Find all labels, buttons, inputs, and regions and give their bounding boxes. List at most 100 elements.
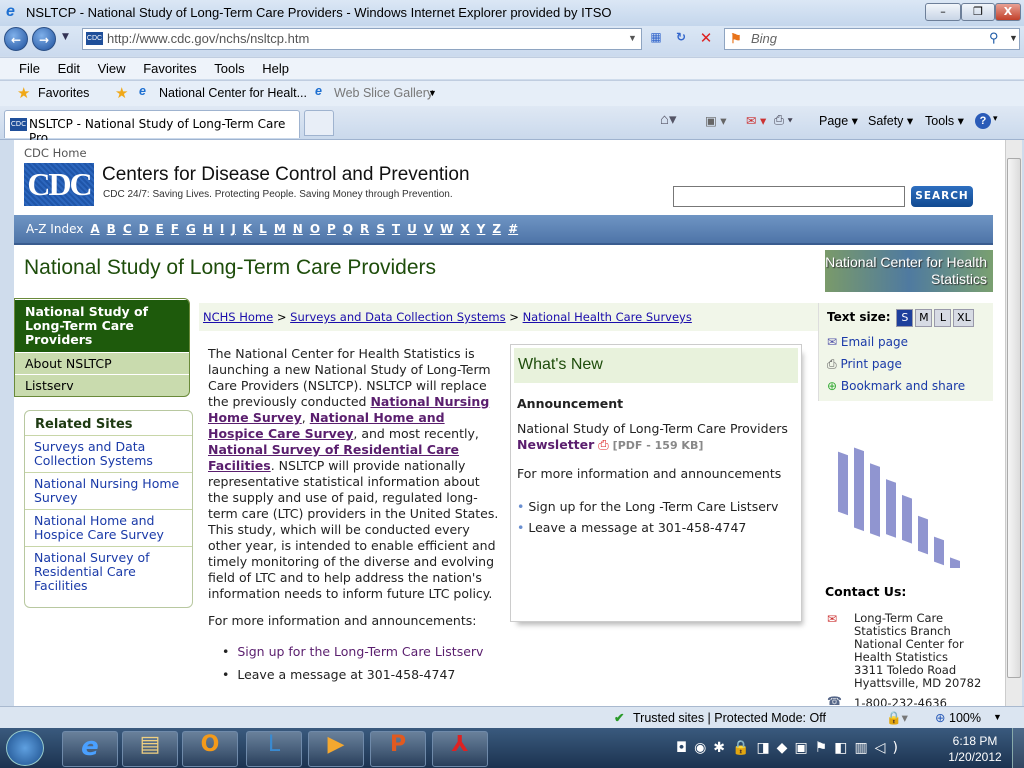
cdc-logo[interactable]: CDC — [24, 163, 94, 206]
az-letter-link[interactable]: G — [186, 222, 196, 236]
az-letter-link[interactable]: F — [171, 222, 179, 236]
favorite-link-nchs[interactable]: National Center for Healt... — [159, 86, 307, 100]
feeds-icon[interactable]: ▣ ▾ — [705, 113, 727, 128]
home-icon[interactable]: ⌂▾ — [660, 110, 677, 128]
taskbar-media-player[interactable]: ▶ — [308, 731, 364, 767]
help-icon[interactable]: ? — [975, 113, 991, 129]
site-search-input[interactable] — [673, 186, 905, 207]
leftnav-active-item[interactable]: National Study of Long-Term Care Provide… — [15, 299, 189, 352]
az-letter-link[interactable]: # — [508, 222, 518, 236]
security-zone[interactable]: Trusted sites | Protected Mode: Off — [633, 711, 826, 725]
search-button[interactable]: SEARCH — [911, 186, 973, 207]
compatibility-view-icon[interactable]: ▦ — [646, 30, 666, 48]
breadcrumb-surveys[interactable]: Surveys and Data Collection Systems — [290, 310, 505, 324]
system-tray-icons[interactable]: ◘◉✱🔒◨◆▣⚑◧▥◁) — [676, 740, 905, 756]
url-text[interactable]: http://www.cdc.gov/nchs/nsltcp.htm — [107, 31, 309, 46]
search-dropdown-icon[interactable]: ▼ — [1009, 33, 1018, 43]
az-letter-link[interactable]: N — [293, 222, 303, 236]
listserv-link[interactable]: Sign up for the Long-Term Care Listserv — [237, 644, 483, 659]
az-letter-link[interactable]: W — [440, 222, 453, 236]
zoom-level[interactable]: 100% — [949, 711, 981, 725]
az-letter-link[interactable]: Y — [477, 222, 486, 236]
restore-button[interactable]: ❐ — [961, 3, 995, 21]
az-letter-link[interactable]: Q — [343, 222, 353, 236]
newsletter-link[interactable]: Newsletter — [517, 437, 594, 452]
related-link[interactable]: Surveys and Data Collection Systems — [25, 435, 192, 472]
menu-view[interactable]: View — [98, 61, 126, 76]
breadcrumb-nchs-home[interactable]: NCHS Home — [203, 310, 273, 324]
search-box[interactable]: ⚑ Bing ⚲ ▼ — [724, 28, 1020, 50]
az-letter-link[interactable]: C — [123, 222, 132, 236]
menu-help[interactable]: Help — [262, 61, 289, 76]
forward-button[interactable]: → — [32, 27, 56, 51]
az-letter-link[interactable]: T — [392, 222, 400, 236]
az-letter-link[interactable]: M — [274, 222, 286, 236]
tools-menu[interactable]: Tools ▾ — [925, 113, 964, 128]
taskbar-outlook[interactable]: O — [182, 731, 238, 767]
page-menu[interactable]: Page ▾ — [819, 113, 858, 128]
minimize-button[interactable]: – — [925, 3, 961, 21]
print-page-link[interactable]: ⎙ Print page — [827, 353, 985, 375]
az-letter-link[interactable]: A — [90, 222, 99, 236]
chevron-down-icon[interactable]: ▼ — [428, 88, 437, 98]
zoom-dropdown-icon[interactable]: ▼ — [993, 712, 1002, 722]
search-icon[interactable]: ⚲ — [989, 30, 999, 46]
refresh-icon[interactable]: ↻ — [671, 30, 691, 48]
menu-file[interactable]: File — [19, 61, 40, 76]
related-link[interactable]: National Survey of Residential Care Faci… — [25, 546, 192, 597]
az-letter-link[interactable]: X — [460, 222, 469, 236]
close-button[interactable]: X — [995, 3, 1021, 21]
address-bar[interactable]: CDC http://www.cdc.gov/nchs/nsltcp.htm ▼ — [82, 28, 642, 50]
breadcrumb-health-care-surveys[interactable]: National Health Care Surveys — [523, 310, 692, 324]
az-letter-link[interactable]: P — [327, 222, 336, 236]
tab-nsltcp[interactable]: CDC NSLTCP - National Study of Long-Term… — [4, 110, 300, 145]
text-size-m[interactable]: M — [915, 309, 933, 327]
safety-menu[interactable]: Safety ▾ — [868, 113, 913, 128]
related-link[interactable]: National Home and Hospice Care Survey — [25, 509, 192, 546]
print-icon[interactable]: ⎙ ▾ — [774, 113, 793, 128]
az-letter-link[interactable]: H — [203, 222, 213, 236]
text-size-l[interactable]: L — [934, 309, 952, 327]
scrollbar-thumb[interactable] — [1007, 158, 1021, 678]
leftnav-about[interactable]: About NSLTCP — [15, 352, 189, 374]
az-letter-link[interactable]: R — [360, 222, 369, 236]
text-size-xl[interactable]: XL — [953, 309, 975, 327]
web-slice-gallery[interactable]: Web Slice Gallery — [334, 86, 433, 100]
menu-favorites[interactable]: Favorites — [143, 61, 196, 76]
cdc-home-link[interactable]: CDC Home — [24, 146, 87, 160]
az-letter-link[interactable]: I — [220, 222, 224, 236]
az-letter-link[interactable]: L — [259, 222, 267, 236]
az-letter-link[interactable]: E — [156, 222, 164, 236]
listserv-text[interactable]: Sign up for the Long -Term Care Listserv — [528, 499, 778, 514]
az-letter-link[interactable]: S — [376, 222, 385, 236]
az-letter-link[interactable]: J — [231, 222, 235, 236]
new-tab-button[interactable] — [304, 110, 334, 136]
nchs-logo[interactable]: National Center for Health Statistics — [825, 250, 993, 292]
menu-tools[interactable]: Tools — [214, 61, 244, 76]
stop-icon[interactable]: ✕ — [696, 29, 716, 47]
clock[interactable]: 6:18 PM 1/20/2012 — [944, 734, 1006, 764]
read-mail-icon[interactable]: ✉ ▾ — [746, 113, 766, 128]
add-favorite-icon[interactable]: ★ — [115, 84, 128, 102]
az-letter-link[interactable]: V — [424, 222, 433, 236]
related-link[interactable]: National Nursing Home Survey — [25, 472, 192, 509]
leftnav-listserv[interactable]: Listserv — [15, 374, 189, 396]
taskbar-lync[interactable]: L — [246, 731, 302, 767]
email-page-link[interactable]: ✉ Email page — [827, 331, 985, 353]
az-letter-link[interactable]: B — [107, 222, 116, 236]
show-desktop-button[interactable] — [1012, 728, 1024, 768]
taskbar-adobe-reader[interactable]: ⅄ — [432, 731, 488, 767]
protected-mode-icon[interactable]: 🔒▾ — [886, 710, 908, 726]
az-letter-link[interactable]: O — [310, 222, 320, 236]
az-letter-link[interactable]: U — [407, 222, 417, 236]
text-size-s[interactable]: S — [896, 309, 914, 327]
az-letter-link[interactable]: Z — [492, 222, 501, 236]
favorites-button[interactable]: Favorites — [38, 86, 89, 100]
taskbar-powerpoint[interactable]: P — [370, 731, 426, 767]
menu-edit[interactable]: Edit — [58, 61, 80, 76]
start-button[interactable] — [6, 730, 44, 766]
az-letter-link[interactable]: K — [243, 222, 252, 236]
help-dropdown-icon[interactable]: ▾ — [993, 113, 998, 124]
taskbar-explorer[interactable]: ▤ — [122, 731, 178, 767]
az-letter-link[interactable]: D — [139, 222, 149, 236]
